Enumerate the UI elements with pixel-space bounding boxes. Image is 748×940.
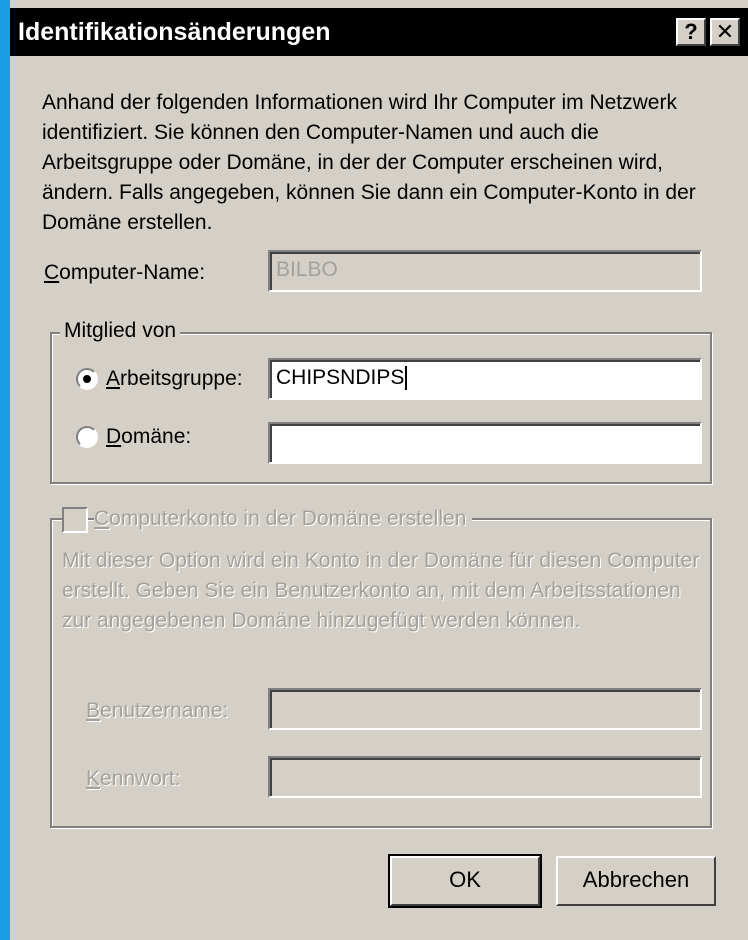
- domain-radio[interactable]: [76, 426, 98, 448]
- computer-name-label: Computer-Name:: [44, 261, 206, 284]
- dialog-description: Anhand der folgenden Informationen wird …: [42, 91, 696, 234]
- username-input: [268, 688, 702, 730]
- close-button[interactable]: ✕: [710, 18, 740, 46]
- radio-selected-dot: [83, 375, 91, 383]
- member-of-legend: Mitglied von: [60, 318, 181, 344]
- ok-button[interactable]: OK: [388, 854, 542, 908]
- account-description: Mit dieser Option wird ein Konto in der …: [62, 549, 700, 632]
- text-caret: [405, 366, 408, 391]
- username-label: Benutzername:: [86, 699, 229, 722]
- identification-changes-dialog: Identifikationsänderungen ? ✕ Anhand der…: [10, 0, 748, 940]
- cancel-button[interactable]: Abbrechen: [556, 856, 716, 906]
- workgroup-label[interactable]: Arbeitsgruppe:: [106, 366, 243, 392]
- title-bar[interactable]: Identifikationsänderungen ? ✕: [10, 8, 748, 56]
- domain-input[interactable]: [268, 422, 702, 464]
- password-label: Kennwort:: [86, 767, 181, 790]
- computer-name-field: BILBO: [268, 250, 702, 292]
- domain-label[interactable]: Domäne:: [106, 424, 191, 450]
- window-edge: [0, 0, 10, 940]
- workgroup-radio[interactable]: [76, 368, 98, 390]
- help-button[interactable]: ?: [676, 18, 706, 46]
- create-account-checkbox[interactable]: [62, 507, 88, 533]
- create-account-label[interactable]: Computerkonto in der Domäne erstellen: [94, 506, 473, 532]
- password-input: [268, 756, 702, 798]
- dialog-title: Identifikationsänderungen: [18, 18, 331, 46]
- workgroup-input[interactable]: CHIPSNDIPS: [268, 358, 702, 400]
